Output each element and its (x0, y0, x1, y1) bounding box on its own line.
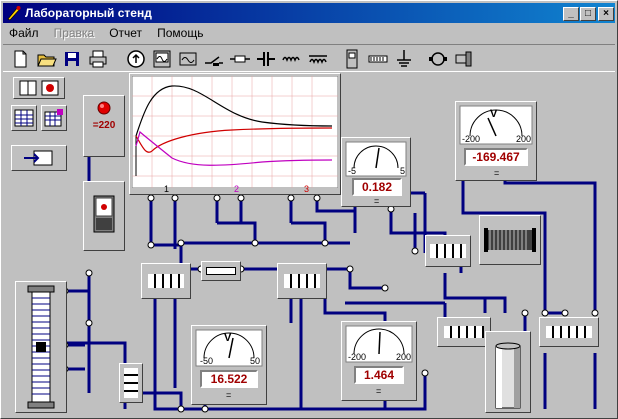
window-title: Лабораторный стенд (25, 6, 152, 20)
channel-3-label: 3 (304, 184, 310, 194)
export-icon (24, 150, 53, 166)
app-icon (7, 6, 21, 21)
connector-icon[interactable] (453, 48, 475, 70)
export-button[interactable] (11, 145, 67, 171)
switch-icon[interactable] (203, 48, 225, 70)
motor-icon[interactable] (427, 48, 449, 70)
inductor-coil[interactable] (479, 215, 541, 265)
oscilloscope-icon[interactable] (151, 48, 173, 70)
terminal-block-c[interactable] (425, 235, 471, 267)
voltmeter-bottom-dc: = (226, 390, 232, 400)
table-icon (14, 109, 34, 127)
book-record-button[interactable] (13, 77, 65, 99)
ammeter-bottom-dc: = (376, 386, 382, 396)
voltmeter-bottom-unit: V (224, 332, 232, 344)
voltmeter-top-dc: = (494, 168, 500, 178)
rheostat-element[interactable] (15, 281, 67, 413)
ammeter-bottom-reading: 1.464 (354, 366, 404, 384)
close-button[interactable]: × (598, 7, 614, 21)
ammeter-bottom: -200 200 1.464 = (341, 321, 417, 401)
menu-help[interactable]: Помощь (151, 24, 209, 42)
power-source: =220 (83, 95, 125, 157)
resistor-element[interactable] (201, 261, 241, 281)
ammeter-source-icon[interactable] (125, 48, 147, 70)
table-button[interactable] (11, 105, 37, 131)
power-switch[interactable] (83, 181, 125, 251)
book-icon (19, 80, 59, 96)
ammeter-bottom-max: 200 (396, 352, 412, 362)
channel-1-label: 1 (164, 184, 170, 194)
oscilloscope-panel: 1 2 3 (129, 73, 341, 195)
voltmeter-bottom-min: -50 (200, 356, 214, 366)
voltmeter-top-max: 200 (516, 134, 532, 144)
open-folder-icon[interactable] (35, 48, 57, 70)
terminal-block-e[interactable] (437, 317, 491, 347)
save-icon[interactable] (61, 48, 83, 70)
capacitor-element[interactable] (485, 331, 531, 413)
toolbar (3, 44, 615, 72)
terminal-block-f[interactable] (539, 317, 599, 347)
voltmeter-bottom-reading: 16.522 (200, 370, 258, 388)
menu-report[interactable]: Отчет (103, 24, 148, 42)
voltmeter-top-unit: V (490, 108, 498, 120)
coil-icon (484, 228, 536, 252)
ground-icon[interactable] (393, 48, 415, 70)
app-window: Лабораторный стенд _ □ × Файл Правка Отч… (0, 0, 618, 419)
generator-icon[interactable] (177, 48, 199, 70)
ammeter-mid-dc: = (374, 196, 380, 206)
ammeter-mid-max: 5 (400, 166, 406, 176)
menu-bar: Файл Правка Отчет Помощь (3, 24, 615, 42)
source-voltage-label: =220 (92, 120, 116, 131)
voltmeter-top: V -200 200 -169.467 = (455, 101, 537, 181)
minimize-button[interactable]: _ (563, 7, 579, 21)
rheostat-icon[interactable] (367, 48, 389, 70)
resistor-icon[interactable] (229, 48, 251, 70)
maximize-button[interactable]: □ (580, 7, 596, 21)
ammeter-mid-min: -5 (348, 166, 357, 176)
capacitor-icon[interactable] (255, 48, 277, 70)
rheostat-coil-icon (27, 285, 55, 409)
table-edit-icon (44, 109, 63, 127)
menu-edit: Правка (53, 26, 95, 40)
terminal-block-a[interactable] (141, 263, 191, 299)
transformer-icon[interactable] (307, 48, 329, 70)
new-file-icon[interactable] (9, 48, 31, 70)
terminal-block-d[interactable] (119, 363, 143, 403)
oscilloscope-screen[interactable] (132, 76, 338, 188)
ammeter-bottom-min: -200 (348, 352, 367, 362)
print-icon[interactable] (87, 48, 109, 70)
voltmeter-bottom-max: 50 (250, 356, 261, 366)
menu-file[interactable]: Файл (3, 24, 45, 42)
voltmeter-bottom: V -50 50 16.522 = (191, 325, 267, 405)
toggle-switch-icon (93, 195, 115, 233)
voltmeter-top-min: -200 (462, 134, 481, 144)
ammeter-mid: -5 5 0.182 = (341, 137, 411, 207)
terminal-block-b[interactable] (277, 263, 327, 299)
voltmeter-top-reading: -169.467 (464, 148, 528, 166)
capacitor-cylinder-icon (495, 342, 521, 409)
workspace[interactable]: =220 1 2 3 -5 5 0.182 = V -200 200 -169.… (5, 73, 615, 416)
table-edit-button[interactable] (41, 105, 67, 131)
ammeter-mid-reading: 0.182 (352, 178, 402, 196)
title-bar[interactable]: Лабораторный стенд _ □ × (3, 3, 615, 23)
channel-2-label: 2 (234, 184, 240, 194)
toggle-icon[interactable] (341, 48, 363, 70)
inductor-icon[interactable] (281, 48, 303, 70)
